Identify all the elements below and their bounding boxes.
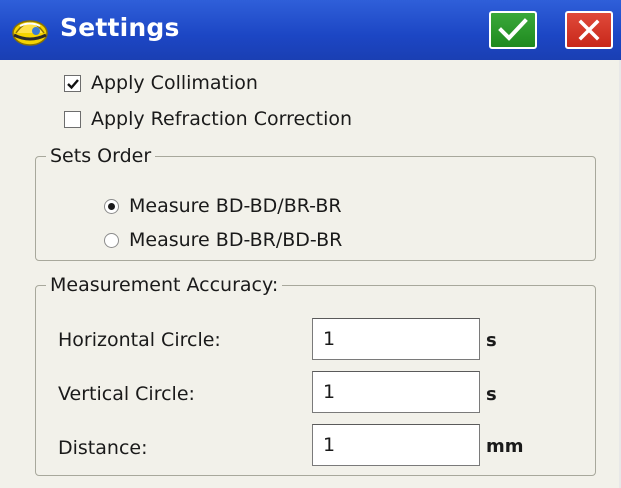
sets-order-radio[interactable] [104, 232, 119, 248]
apply-refraction-checkbox[interactable] [64, 110, 81, 128]
sets-order-option-label: Measure BD-BD/BR-BR [129, 195, 342, 217]
checkmark-icon [498, 18, 528, 41]
checkmark-icon [67, 78, 79, 89]
apply-collimation-checkbox[interactable] [64, 74, 81, 92]
title-bar: Settings [0, 0, 621, 60]
sets-order-legend: Sets Order [50, 145, 152, 167]
sets-order-option[interactable]: Measure BD-BR/BD-BR [104, 227, 342, 253]
hardhat-icon [10, 11, 50, 49]
apply-collimation-option[interactable]: Apply Collimation [64, 70, 258, 96]
vertical-circle-input[interactable] [312, 371, 480, 413]
sets-order-radio[interactable] [104, 198, 119, 214]
settings-dialog: Settings Apply Collimation Apply Refract… [0, 0, 621, 488]
apply-refraction-label: Apply Refraction Correction [91, 108, 353, 130]
close-icon [578, 19, 600, 41]
vertical-circle-label: Vertical Circle: [58, 383, 195, 405]
measurement-accuracy-legend: Measurement Accuracy: [50, 274, 279, 296]
horizontal-circle-label: Horizontal Circle: [58, 329, 221, 351]
apply-refraction-option[interactable]: Apply Refraction Correction [64, 106, 352, 132]
distance-input[interactable] [312, 424, 480, 466]
close-button[interactable] [565, 11, 613, 49]
vertical-circle-unit: s [486, 384, 497, 405]
horizontal-circle-unit: s [486, 330, 497, 351]
distance-unit: mm [486, 436, 524, 457]
horizontal-circle-input[interactable] [312, 318, 480, 360]
window-title: Settings [60, 13, 180, 42]
sets-order-option-label: Measure BD-BR/BD-BR [129, 229, 343, 251]
sets-order-option[interactable]: Measure BD-BD/BR-BR [104, 193, 342, 219]
distance-label: Distance: [58, 437, 148, 459]
ok-button[interactable] [489, 11, 537, 49]
apply-collimation-label: Apply Collimation [91, 72, 258, 94]
